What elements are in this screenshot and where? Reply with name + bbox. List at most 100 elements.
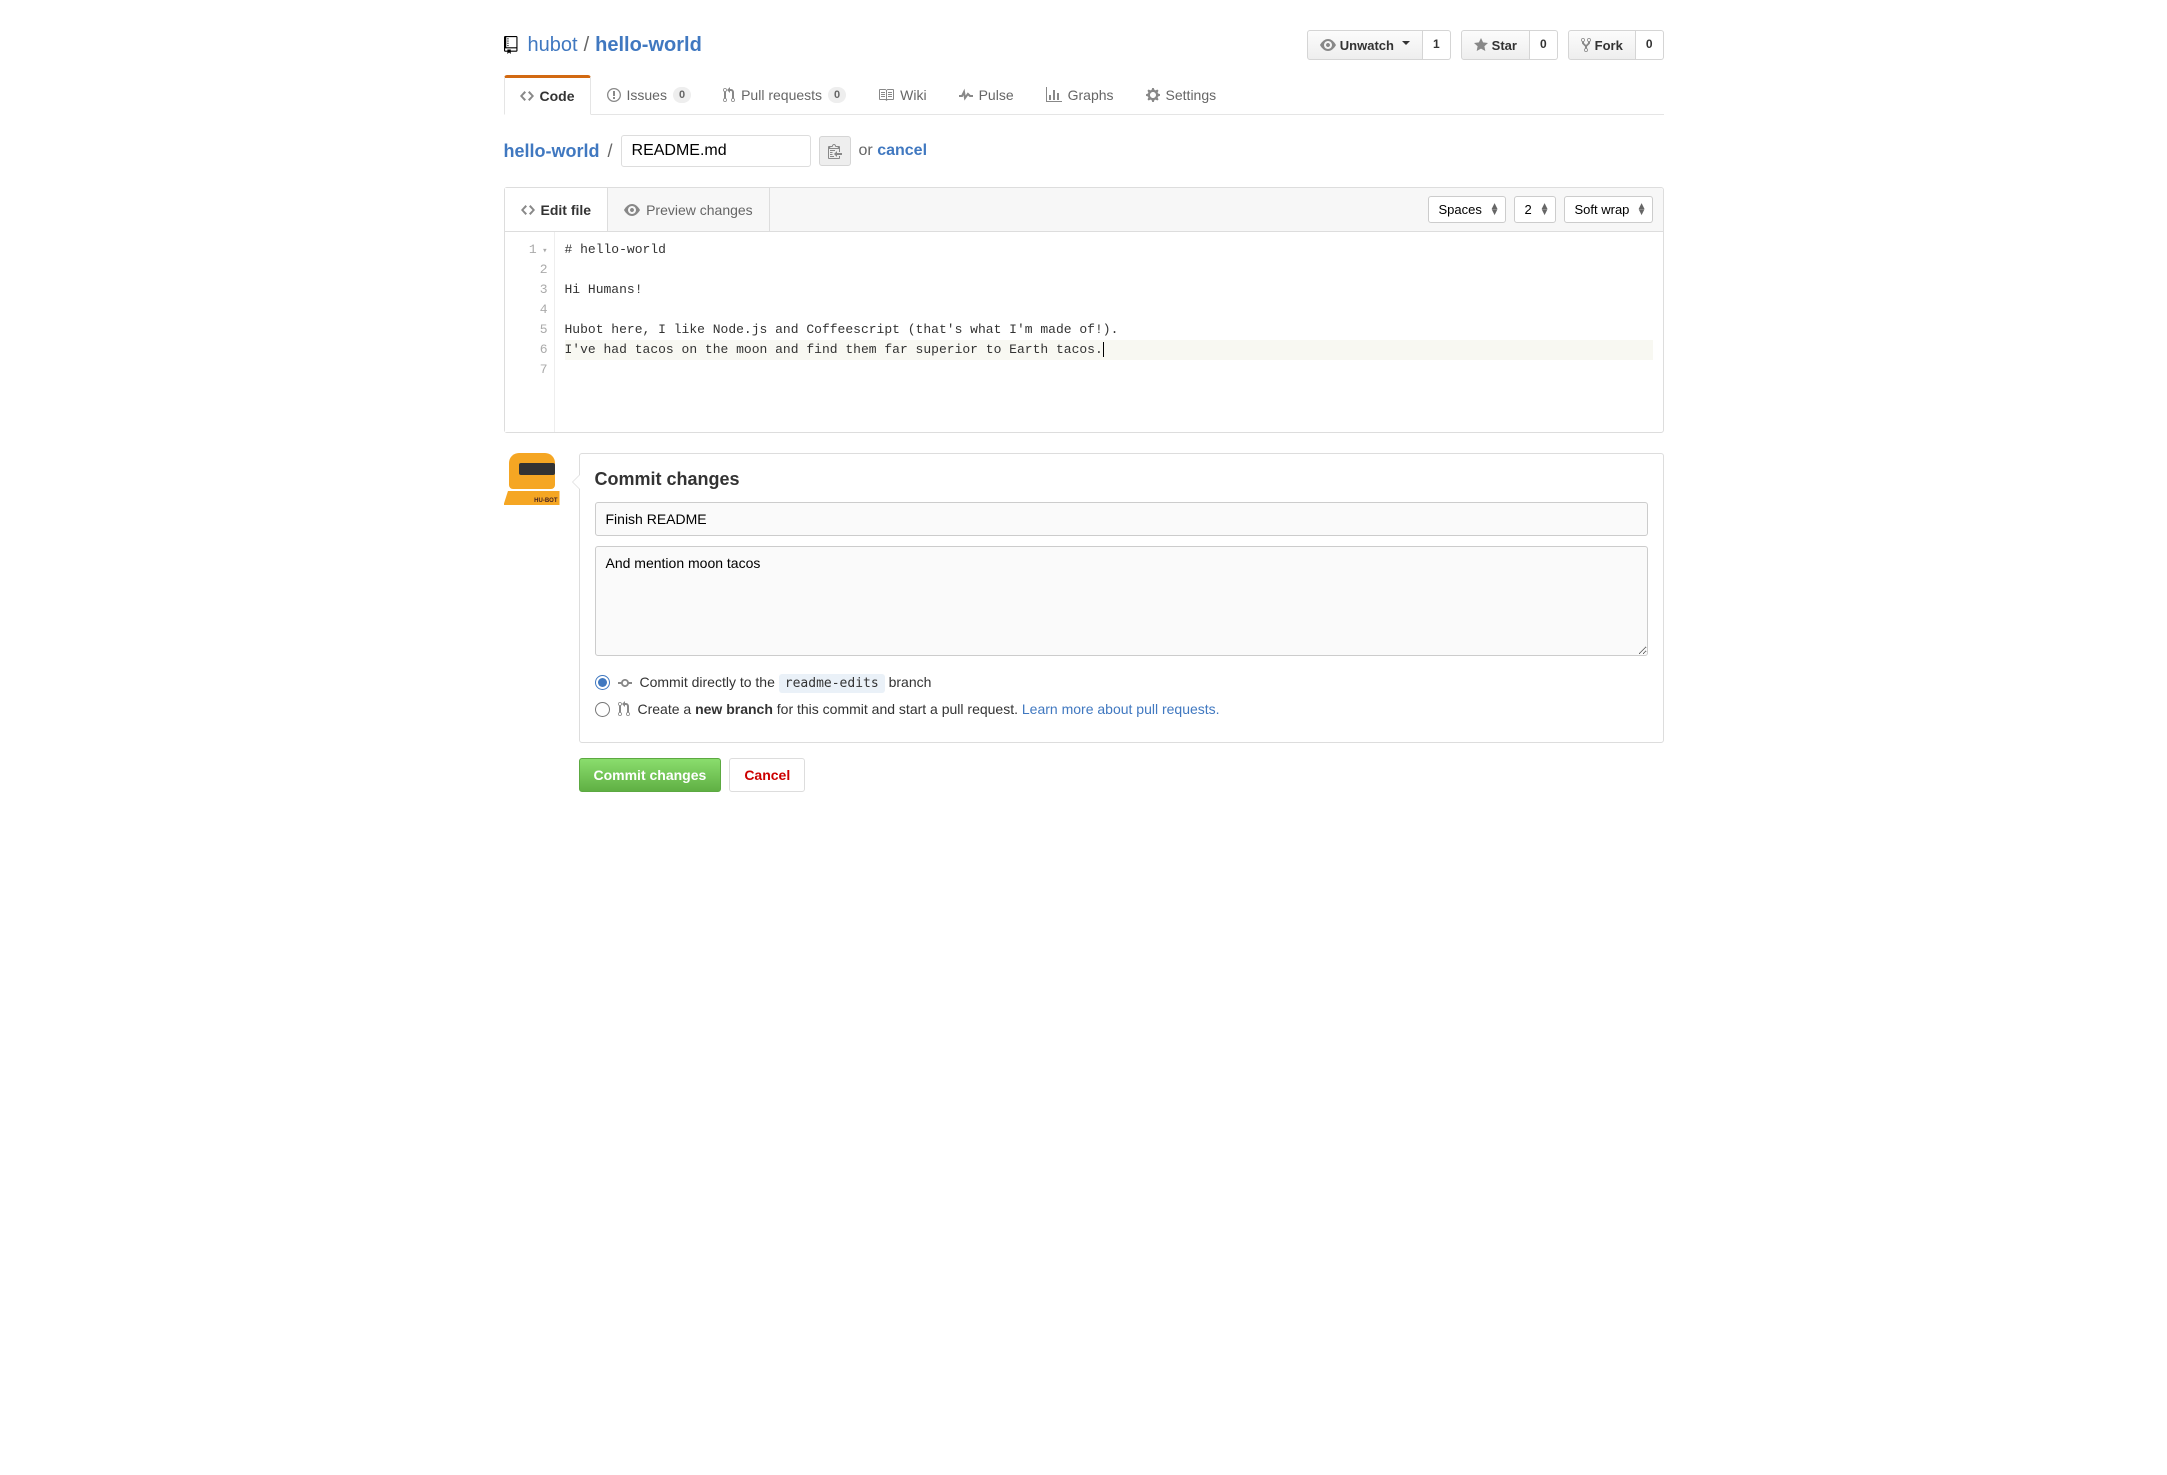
breadcrumb-root[interactable]: hello-world [504, 141, 600, 162]
file-editor-box: Edit file Preview changes Spaces ▲▼ 2 ▲▼… [504, 187, 1664, 433]
line-number: 3 [511, 280, 548, 300]
tab-edit-label: Edit file [541, 202, 592, 218]
learn-more-link[interactable]: Learn more about pull requests. [1022, 701, 1220, 717]
repo-separator: / [584, 34, 590, 57]
nav-pulse-label: Pulse [979, 87, 1014, 103]
repo-actions: Unwatch 1 Star 0 Fork 0 [1307, 30, 1664, 60]
clippy-icon [828, 143, 842, 159]
commit-direct-prefix: Commit directly to the [640, 674, 779, 690]
nav-pulls-label: Pull requests [741, 87, 822, 103]
line-number: 2 [511, 260, 548, 280]
commit-direct-suffix: branch [889, 674, 932, 690]
star-button[interactable]: Star [1461, 30, 1530, 60]
nav-pulls-count: 0 [828, 87, 846, 103]
wrap-mode-select[interactable]: Soft wrap [1564, 196, 1653, 223]
unwatch-button[interactable]: Unwatch [1307, 30, 1423, 60]
repo-owner-link[interactable]: hubot [528, 34, 578, 57]
commit-new-branch-option[interactable]: Create a new branch for this commit and … [595, 701, 1648, 717]
code-line [565, 360, 1653, 380]
eye-icon [1320, 37, 1336, 53]
code-content[interactable]: # hello-world Hi Humans! Hubot here, I l… [555, 232, 1663, 432]
cancel-link[interactable]: cancel [877, 142, 927, 159]
graph-icon [1046, 87, 1062, 103]
unwatch-label: Unwatch [1340, 38, 1394, 53]
tab-preview-changes[interactable]: Preview changes [608, 188, 770, 231]
code-line: Hi Humans! [565, 280, 1653, 300]
indent-mode-select[interactable]: Spaces [1428, 196, 1506, 223]
or-cancel: or cancel [859, 142, 928, 160]
star-label: Star [1492, 38, 1517, 53]
commit-heading: Commit changes [595, 469, 1648, 490]
code-line: I've had tacos on the moon and find them… [565, 340, 1653, 360]
repo-name-link[interactable]: hello-world [595, 34, 702, 57]
tab-edit-file[interactable]: Edit file [505, 188, 609, 231]
nav-issues-label: Issues [627, 87, 667, 103]
git-commit-icon [618, 675, 632, 691]
code-icon [520, 88, 534, 104]
line-number: 7 [511, 360, 548, 380]
line-gutter: 1 2 3 4 5 6 7 [505, 232, 555, 432]
nav-code[interactable]: Code [504, 75, 591, 115]
eye-icon [624, 202, 640, 218]
star-icon [1474, 37, 1488, 53]
code-line [565, 300, 1653, 320]
nav-pulse[interactable]: Pulse [943, 75, 1030, 114]
gear-icon [1146, 87, 1160, 103]
indent-size-select[interactable]: 2 [1514, 196, 1556, 223]
commit-new-suffix: for this commit and start a pull request… [773, 701, 1022, 717]
code-line: Hubot here, I like Node.js and Coffeescr… [565, 320, 1653, 340]
book-icon [878, 87, 894, 103]
line-number: 6 [511, 340, 548, 360]
text-cursor [1103, 342, 1104, 357]
watch-count[interactable]: 1 [1423, 30, 1451, 60]
nav-graphs-label: Graphs [1068, 87, 1114, 103]
nav-issues-count: 0 [673, 87, 691, 103]
nav-wiki[interactable]: Wiki [862, 75, 942, 114]
nav-pulls[interactable]: Pull requests 0 [707, 75, 862, 114]
nav-code-label: Code [540, 88, 575, 104]
code-icon [521, 202, 535, 218]
commit-direct-option[interactable]: Commit directly to the readme-edits bran… [595, 674, 1648, 691]
line-number: 4 [511, 300, 548, 320]
avatar-label: HU-BOT [534, 498, 557, 504]
issue-icon [607, 87, 621, 103]
repo-icon [504, 36, 522, 54]
repo-nav: Code Issues 0 Pull requests 0 Wiki Pulse… [504, 75, 1664, 115]
breadcrumb: hello-world / or cancel [504, 135, 1664, 167]
fork-button[interactable]: Fork [1568, 30, 1636, 60]
star-count[interactable]: 0 [1530, 30, 1558, 60]
nav-graphs[interactable]: Graphs [1030, 75, 1130, 114]
nav-wiki-label: Wiki [900, 87, 926, 103]
git-pull-request-icon [618, 701, 630, 717]
commit-submit-button[interactable]: Commit changes [579, 758, 722, 792]
tab-preview-label: Preview changes [646, 202, 753, 218]
code-line [565, 260, 1653, 280]
fork-icon [1581, 37, 1591, 53]
line-number: 5 [511, 320, 548, 340]
line-number: 1 [511, 240, 548, 260]
commit-description-input[interactable]: And mention moon tacos [595, 546, 1648, 656]
commit-new-branch-radio[interactable] [595, 702, 610, 717]
nav-issues[interactable]: Issues 0 [591, 75, 708, 114]
clipboard-button[interactable] [819, 136, 851, 166]
commit-summary-input[interactable] [595, 502, 1648, 536]
repo-title: hubot / hello-world [504, 34, 702, 57]
fork-label: Fork [1595, 38, 1623, 53]
code-editor[interactable]: 1 2 3 4 5 6 7 # hello-world Hi Humans! H… [505, 232, 1663, 432]
commit-new-bold: new branch [695, 701, 773, 717]
user-avatar: HU-BOT [504, 453, 564, 743]
git-pull-request-icon [723, 87, 735, 103]
nav-settings-label: Settings [1166, 87, 1217, 103]
commit-direct-radio[interactable] [595, 675, 610, 690]
filename-input[interactable] [621, 135, 811, 167]
code-line: # hello-world [565, 240, 1653, 260]
commit-new-prefix: Create a [638, 701, 696, 717]
commit-form: Commit changes And mention moon tacos Co… [579, 453, 1664, 743]
breadcrumb-separator: / [608, 141, 613, 162]
pulse-icon [959, 87, 973, 103]
fork-count[interactable]: 0 [1636, 30, 1664, 60]
nav-settings[interactable]: Settings [1130, 75, 1233, 114]
commit-cancel-button[interactable]: Cancel [729, 758, 805, 792]
or-text: or [859, 142, 873, 159]
commit-direct-branch: readme-edits [779, 674, 885, 693]
